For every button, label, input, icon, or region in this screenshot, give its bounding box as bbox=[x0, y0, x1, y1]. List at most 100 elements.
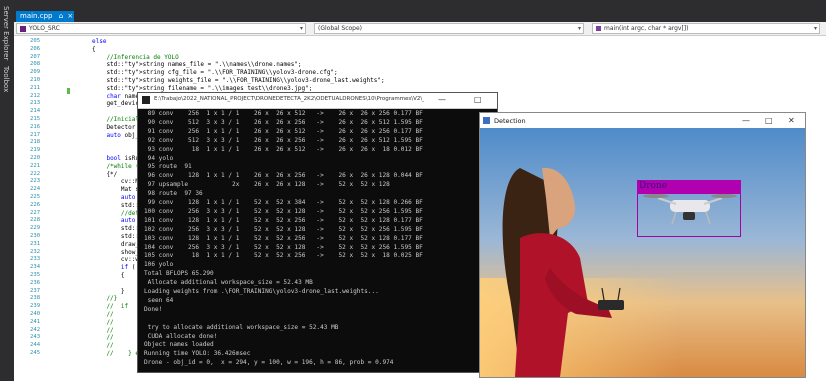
code-line[interactable]: //} bbox=[92, 295, 117, 302]
console-line: Running time YOLO: 36.426msec bbox=[144, 350, 251, 358]
detection-app-icon bbox=[483, 117, 490, 124]
navigation-bar: YOLO_SRC ▾ (Global Scope) ▾ main(int arg… bbox=[14, 22, 826, 36]
maximize-button[interactable]: □ bbox=[765, 116, 773, 125]
close-button[interactable]: ✕ bbox=[788, 116, 795, 125]
code-line[interactable]: // bbox=[92, 311, 113, 318]
code-line[interactable]: char name bbox=[92, 93, 139, 100]
code-line[interactable]: auto obj_ bbox=[92, 132, 139, 139]
console-line: 105 conv 18 1 x 1 / 1 52 x 52 x 256 -> 5… bbox=[144, 252, 423, 260]
line-number: 220 bbox=[30, 155, 41, 161]
line-number: 208 bbox=[30, 61, 41, 68]
code-line[interactable]: cv::w bbox=[92, 256, 139, 263]
line-number: 226 bbox=[30, 201, 41, 208]
code-line[interactable]: cv::M bbox=[92, 178, 139, 185]
console-window[interactable]: E:\Trabajo\2022_NATIONAL_PROJECT\DRONEDE… bbox=[137, 92, 498, 373]
line-number: 245 bbox=[30, 350, 41, 356]
project-dropdown[interactable]: YOLO_SRC ▾ bbox=[16, 23, 306, 34]
minimize-button[interactable]: — bbox=[438, 95, 446, 104]
code-line[interactable]: // bbox=[92, 319, 113, 326]
scope-dropdown-value: (Global Scope) bbox=[318, 25, 363, 32]
code-line[interactable]: else bbox=[92, 38, 106, 45]
detection-titlebar[interactable]: Detection — □ ✕ bbox=[480, 113, 805, 128]
code-line[interactable]: //Inferencia de YOLO bbox=[92, 54, 178, 61]
project-dropdown-value: YOLO_SRC bbox=[29, 25, 60, 32]
code-line[interactable]: std:: bbox=[92, 233, 139, 240]
detection-image: Drone bbox=[480, 128, 805, 377]
code-line[interactable]: { bbox=[92, 272, 125, 279]
console-line: seen 64 bbox=[144, 296, 174, 304]
detection-window[interactable]: Detection — □ ✕ Drone bbox=[479, 112, 806, 378]
console-line: Done! bbox=[144, 305, 163, 313]
function-dropdown[interactable]: main(int argc, char * argv[]) ▾ bbox=[592, 23, 820, 34]
code-line[interactable]: /*while ( bbox=[92, 163, 139, 170]
code-line[interactable]: auto bbox=[92, 217, 135, 224]
code-line[interactable]: } bbox=[92, 288, 125, 295]
console-line: 90 conv 512 3 x 3 / 1 26 x 26 x 256 -> 2… bbox=[144, 118, 423, 126]
code-line[interactable]: {*/ bbox=[92, 171, 117, 178]
line-number: 221 bbox=[30, 162, 41, 169]
line-number: 210 bbox=[30, 77, 41, 83]
console-line: 92 conv 512 3 x 3 / 1 26 x 26 x 256 -> 2… bbox=[144, 136, 423, 144]
minimize-button[interactable]: — bbox=[742, 116, 750, 125]
line-number: 240 bbox=[30, 311, 41, 317]
console-line: 97 upsample 2x 26 x 26 x 128 -> 52 x 52 … bbox=[144, 181, 390, 189]
code-line[interactable]: std::"ty">string names_file = ".\\names\… bbox=[92, 61, 301, 68]
code-line[interactable]: auto bbox=[92, 194, 135, 201]
console-titlebar[interactable]: E:\Trabajo\2022_NATIONAL_PROJECT\DRONEDE… bbox=[138, 93, 497, 109]
line-number: 205 bbox=[30, 38, 41, 44]
code-line[interactable]: // bbox=[92, 334, 113, 341]
code-line[interactable]: std:: bbox=[92, 225, 139, 232]
line-number: 216 bbox=[30, 123, 41, 130]
code-line[interactable]: std::"ty">string filename = ".\\images t… bbox=[92, 85, 312, 92]
line-number: 231 bbox=[30, 240, 41, 247]
code-line[interactable]: // if bbox=[92, 303, 128, 310]
line-number: 224 bbox=[30, 186, 41, 193]
code-line[interactable]: if ( bbox=[92, 264, 135, 271]
code-line[interactable]: std::"ty">string weights_file = ".\\FOR_… bbox=[92, 77, 384, 84]
maximize-button[interactable]: □ bbox=[474, 95, 482, 104]
line-number: 239 bbox=[30, 303, 41, 310]
tab-main-cpp[interactable]: main.cpp ⌂ × bbox=[16, 11, 74, 22]
drone-photo bbox=[480, 128, 805, 377]
code-line[interactable]: draw_ bbox=[92, 241, 139, 248]
toolbox-tab[interactable]: Toolbox bbox=[2, 66, 10, 92]
console-line: 104 conv 256 3 x 3 / 1 52 x 52 x 128 -> … bbox=[144, 243, 423, 251]
console-line: 95 route 91 bbox=[144, 163, 192, 171]
change-indicator bbox=[67, 88, 70, 94]
console-line: 101 conv 128 1 x 1 / 1 52 x 52 x 256 -> … bbox=[144, 216, 423, 224]
scope-dropdown[interactable]: (Global Scope) ▾ bbox=[314, 23, 584, 34]
code-line[interactable]: std::"ty">string cfg_file = ".\\FOR_TRAI… bbox=[92, 69, 337, 76]
code-line[interactable]: //Inicial bbox=[92, 116, 139, 123]
console-line: Total BFLOPS 65.290 bbox=[144, 270, 214, 278]
code-line[interactable]: bool isRu bbox=[92, 155, 139, 162]
line-number: 215 bbox=[30, 116, 41, 122]
line-number: 222 bbox=[30, 170, 41, 177]
function-icon bbox=[596, 26, 601, 31]
code-line[interactable]: std:: bbox=[92, 202, 139, 209]
line-number: 228 bbox=[30, 217, 41, 224]
code-line[interactable]: get_devic bbox=[92, 100, 139, 107]
tab-label: main.cpp bbox=[20, 12, 53, 20]
code-line[interactable]: { bbox=[92, 46, 96, 53]
line-number: 229 bbox=[30, 225, 41, 232]
server-explorer-tab[interactable]: Server Explorer bbox=[2, 6, 10, 60]
close-icon[interactable]: × bbox=[67, 12, 73, 20]
code-line[interactable]: Detector bbox=[92, 124, 135, 131]
line-number: 243 bbox=[30, 334, 41, 341]
detection-label-bar: Drone bbox=[637, 180, 741, 194]
code-line[interactable]: // bbox=[92, 327, 113, 334]
line-number: 232 bbox=[30, 248, 41, 255]
code-line[interactable]: show_ bbox=[92, 249, 139, 256]
console-line: Loading weights from .\FOR_TRAINING\yolo… bbox=[144, 288, 379, 295]
code-line[interactable]: //det bbox=[92, 210, 139, 217]
console-line: 99 conv 128 1 x 1 / 1 52 x 52 x 384 -> 5… bbox=[144, 199, 423, 206]
detection-label: Drone bbox=[639, 181, 668, 191]
console-line: 102 conv 256 3 x 3 / 1 52 x 52 x 128 -> … bbox=[144, 225, 423, 233]
line-number: 225 bbox=[30, 194, 41, 200]
console-line: 96 conv 128 1 x 1 / 1 26 x 26 x 256 -> 2… bbox=[144, 172, 423, 180]
vs-side-strip: Server Explorer Toolbox bbox=[0, 0, 14, 381]
console-line: 100 conv 256 3 x 3 / 1 52 x 52 x 128 -> … bbox=[144, 207, 423, 215]
pin-icon[interactable]: ⌂ bbox=[59, 12, 63, 20]
code-line[interactable]: Mat s bbox=[92, 186, 139, 193]
console-line: Object names loaded bbox=[144, 341, 214, 349]
